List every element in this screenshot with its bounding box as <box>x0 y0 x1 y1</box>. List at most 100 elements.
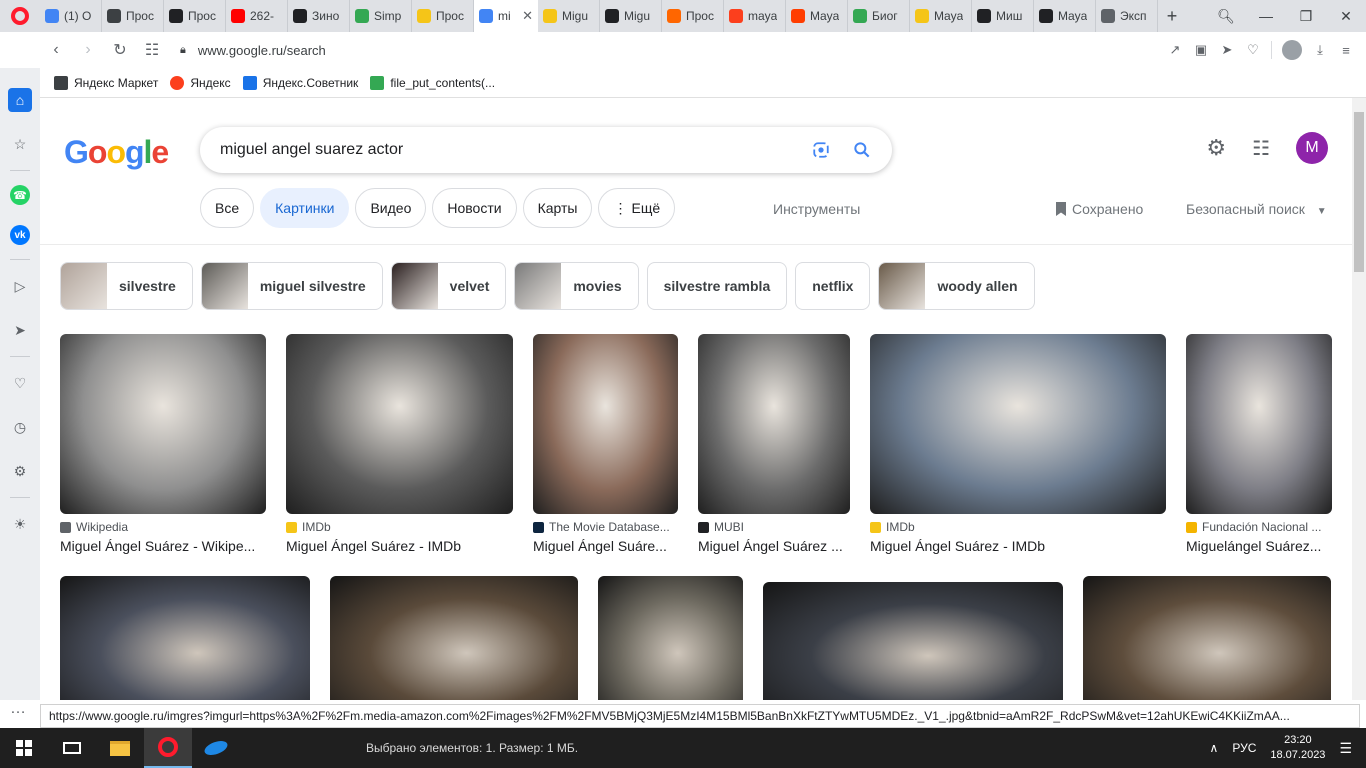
whatsapp-icon[interactable]: ☎ <box>10 185 30 205</box>
image-result[interactable] <box>330 576 578 700</box>
language-indicator[interactable]: РУС <box>1232 741 1256 755</box>
search-tab-2[interactable]: Видео <box>355 188 427 228</box>
search-tab-5[interactable]: ⋮ Ещё <box>598 188 676 228</box>
result-image[interactable] <box>870 334 1166 514</box>
result-image[interactable] <box>1186 334 1332 514</box>
tab-search-icon[interactable]: 🔍︎ <box>1206 8 1246 25</box>
result-title[interactable]: Miguel Ángel Suárez - Wikipe... <box>60 538 266 554</box>
share-icon[interactable]: ↗ <box>1167 42 1183 58</box>
clock[interactable]: 23:20 18.07.2023 <box>1270 733 1325 763</box>
tools-button[interactable]: Инструменты <box>773 201 860 217</box>
lightbulb-icon[interactable]: ☀ <box>8 512 32 536</box>
browser-tab[interactable]: Maya <box>786 0 848 32</box>
start-button[interactable] <box>0 728 48 768</box>
result-source[interactable]: Fundación Nacional ... <box>1186 520 1332 534</box>
forward-button[interactable]: › <box>72 41 104 59</box>
download-icon[interactable]: ⤓ <box>1312 42 1328 58</box>
browser-tab[interactable]: Прос <box>412 0 474 32</box>
browser-tab[interactable]: Прос <box>164 0 226 32</box>
url-field[interactable]: www.google.ru/search <box>198 43 326 58</box>
related-search-chip[interactable]: miguel silvestre <box>200 262 383 310</box>
sidebar-more-icon[interactable]: … <box>10 700 26 718</box>
related-search-chip[interactable]: velvet <box>390 262 507 310</box>
file-explorer-button[interactable] <box>96 728 144 768</box>
easy-setup-icon[interactable]: ≡ <box>1338 43 1354 58</box>
safe-search-dropdown[interactable]: Безопасный поиск ▼ <box>1186 201 1327 217</box>
bookmark-item[interactable]: file_put_contents(... <box>370 75 495 90</box>
reload-button[interactable]: ↻ <box>104 40 136 60</box>
snapshot-icon[interactable]: ▣ <box>1193 42 1209 58</box>
google-logo[interactable]: Google <box>64 134 169 171</box>
player-icon[interactable]: ▷ <box>8 274 32 298</box>
heart-icon[interactable]: ♡ <box>1245 42 1261 58</box>
result-image[interactable] <box>763 582 1063 700</box>
settings-icon[interactable]: ⚙ <box>8 459 32 483</box>
image-result[interactable] <box>598 576 743 700</box>
result-image[interactable] <box>330 576 578 700</box>
result-image[interactable] <box>60 334 266 514</box>
opera-menu-button[interactable] <box>0 0 40 32</box>
browser-tab[interactable]: Зино <box>288 0 350 32</box>
browser-tab[interactable]: Биог <box>848 0 910 32</box>
result-image[interactable] <box>286 334 513 514</box>
image-result[interactable]: IMDb Miguel Ángel Suárez - IMDb <box>286 334 513 554</box>
result-title[interactable]: Miguel Ángel Suárez ... <box>698 538 850 554</box>
browser-tab[interactable]: Simp <box>350 0 412 32</box>
search-icon[interactable] <box>852 140 872 160</box>
notifications-icon[interactable]: ☰ <box>1339 740 1352 757</box>
related-search-chip[interactable]: silvestre rambla <box>646 262 788 310</box>
image-result[interactable] <box>1083 576 1331 700</box>
search-tab-3[interactable]: Новости <box>432 188 517 228</box>
opera-taskbar-button[interactable] <box>144 728 192 768</box>
result-source[interactable]: Wikipedia <box>60 520 266 534</box>
browser-tab[interactable]: Прос <box>662 0 724 32</box>
star-icon[interactable]: ☆ <box>8 132 32 156</box>
heart-icon[interactable]: ♡ <box>8 371 32 395</box>
image-result[interactable]: Wikipedia Miguel Ángel Suárez - Wikipe... <box>60 334 266 554</box>
image-result[interactable]: The Movie Database... Miguel Ángel Suáre.… <box>533 334 678 554</box>
result-source[interactable]: IMDb <box>870 520 1166 534</box>
result-source[interactable]: IMDb <box>286 520 513 534</box>
related-search-chip[interactable]: woody allen <box>878 262 1035 310</box>
browser-tab[interactable]: Maya <box>1034 0 1096 32</box>
result-title[interactable]: Miguel Ángel Suárez - IMDb <box>286 538 513 554</box>
image-result[interactable] <box>60 576 310 700</box>
tabs-grid-icon[interactable]: ☷ <box>136 40 168 60</box>
browser-tab[interactable]: Прос <box>102 0 164 32</box>
search-tab-1[interactable]: Картинки <box>260 188 350 228</box>
image-result[interactable]: Fundación Nacional ... Miguelángel Suárez… <box>1186 334 1332 554</box>
browser-tab[interactable]: Migu <box>538 0 600 32</box>
app-taskbar-button[interactable] <box>192 728 240 768</box>
google-lens-icon[interactable] <box>812 141 830 159</box>
task-view-button[interactable] <box>48 728 96 768</box>
image-result[interactable]: IMDb Miguel Ángel Suárez - IMDb <box>870 334 1166 554</box>
browser-tab[interactable]: mi ✕ <box>474 0 538 32</box>
tray-expand-icon[interactable]: ∧ <box>1210 741 1219 755</box>
browser-tab[interactable]: Эксп <box>1096 0 1158 32</box>
browser-tab[interactable]: Миш <box>972 0 1034 32</box>
result-image[interactable] <box>533 334 678 514</box>
result-title[interactable]: Miguelángel Suárez... <box>1186 538 1332 554</box>
image-result[interactable] <box>763 582 1063 700</box>
restore-button[interactable]: ❐ <box>1286 8 1326 25</box>
result-title[interactable]: Miguel Ángel Suárez - IMDb <box>870 538 1166 554</box>
search-tab-0[interactable]: Все <box>200 188 255 228</box>
result-title[interactable]: Miguel Ángel Suáre... <box>533 538 678 554</box>
minimize-button[interactable]: — <box>1246 8 1286 24</box>
saved-button[interactable]: Сохранено <box>1056 201 1143 217</box>
bookmark-item[interactable]: Яндекс.Советник <box>242 75 358 90</box>
result-image[interactable] <box>60 576 310 700</box>
new-tab-button[interactable]: + <box>1158 6 1186 27</box>
send-icon[interactable]: ➤ <box>1219 42 1235 58</box>
close-window-button[interactable]: ✕ <box>1326 8 1366 25</box>
scrollbar-thumb[interactable] <box>1354 112 1364 272</box>
result-source[interactable]: MUBI <box>698 520 850 534</box>
history-icon[interactable]: ◷ <box>8 415 32 439</box>
page-scrollbar[interactable] <box>1352 98 1366 700</box>
profile-icon[interactable] <box>1282 40 1302 60</box>
related-search-chip[interactable]: movies <box>514 262 639 310</box>
image-result[interactable]: MUBI Miguel Ángel Suárez ... <box>698 334 850 554</box>
related-search-chip[interactable]: silvestre <box>60 262 193 310</box>
vk-icon[interactable]: vk <box>10 225 30 245</box>
bookmark-item[interactable]: Яндекс Маркет <box>54 75 158 90</box>
